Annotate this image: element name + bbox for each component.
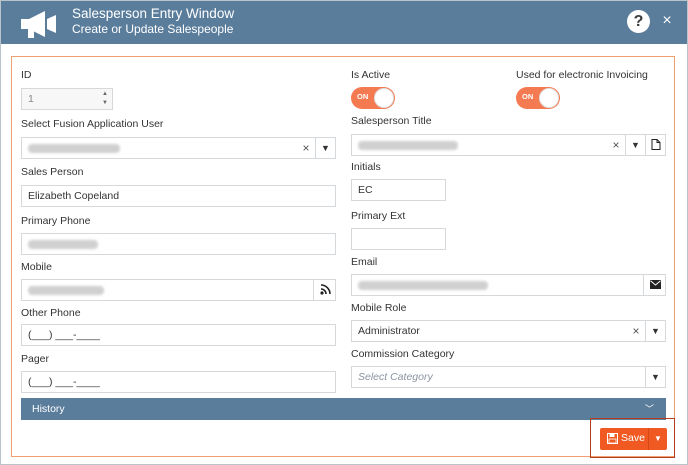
id-value: 1 <box>28 93 34 105</box>
primary-ext-field[interactable] <box>351 228 446 250</box>
chevron-down-icon[interactable]: ▼ <box>625 135 645 155</box>
window-title: Salesperson Entry Window <box>72 6 235 21</box>
id-field[interactable]: 1 ▲ ▼ <box>21 88 113 110</box>
chevron-down-icon[interactable]: ▼ <box>645 367 665 387</box>
electronic-invoicing-label: Used for electronic Invoicing <box>516 69 648 81</box>
initials-label: Initials <box>351 161 381 173</box>
electronic-invoicing-state: ON <box>522 92 534 101</box>
fusion-user-label: Select Fusion Application User <box>21 118 164 130</box>
save-label: Save <box>621 432 645 444</box>
chevron-down-icon[interactable]: ▼ <box>645 321 665 341</box>
salesperson-title-label: Salesperson Title <box>351 115 432 127</box>
is-active-toggle[interactable]: ON <box>351 87 395 109</box>
save-highlight-box: Save ▼ <box>590 418 675 458</box>
commission-category-label: Commission Category <box>351 348 455 360</box>
fusion-user-redacted <box>28 144 120 153</box>
history-label: History <box>32 403 65 415</box>
megaphone-icon <box>21 11 56 38</box>
email-field[interactable] <box>351 274 666 296</box>
mobile-role-select[interactable]: Administrator × ▼ <box>351 320 666 342</box>
mobile-role-label: Mobile Role <box>351 302 407 314</box>
salesperson-title-select[interactable]: × ▼ <box>351 134 666 156</box>
window-subtitle: Create or Update Salespeople <box>72 22 234 36</box>
commission-category-placeholder: Select Category <box>358 371 433 383</box>
mobile-role-clear-icon[interactable]: × <box>628 321 644 341</box>
mobile-role-value: Administrator <box>358 325 420 337</box>
primary-ext-label: Primary Ext <box>351 210 406 222</box>
primary-phone-label: Primary Phone <box>21 215 91 227</box>
fusion-user-select[interactable]: × ▼ <box>21 137 336 159</box>
form-frame <box>11 56 675 457</box>
save-button[interactable]: Save ▼ <box>600 428 667 450</box>
other-phone-label: Other Phone <box>21 307 81 319</box>
mobile-label: Mobile <box>21 261 52 273</box>
mobile-field[interactable] <box>21 279 336 301</box>
salesperson-title-clear-icon[interactable]: × <box>608 135 624 155</box>
pager-field[interactable]: (___) ___-____ <box>21 371 336 393</box>
initials-field[interactable]: EC <box>351 179 446 201</box>
primary-phone-redacted <box>28 240 98 249</box>
rss-icon[interactable] <box>313 280 335 300</box>
email-label: Email <box>351 256 378 268</box>
is-active-label: Is Active <box>351 69 391 81</box>
electronic-invoicing-toggle[interactable]: ON <box>516 87 560 109</box>
window-titlebar: Salesperson Entry Window Create or Updat… <box>1 1 687 44</box>
email-redacted <box>358 281 488 290</box>
sales-person-label: Sales Person <box>21 166 84 178</box>
toggle-knob <box>374 88 394 108</box>
new-document-icon[interactable] <box>645 135 665 155</box>
mobile-redacted <box>28 286 104 295</box>
help-icon[interactable]: ? <box>627 10 650 33</box>
chevron-down-icon: ﹀ <box>644 404 654 414</box>
salesperson-title-redacted <box>358 141 458 150</box>
salesperson-entry-window: Salesperson Entry Window Create or Updat… <box>0 0 688 465</box>
is-active-state: ON <box>357 92 369 101</box>
toggle-knob <box>539 88 559 108</box>
id-spinner[interactable]: ▲ ▼ <box>100 90 110 108</box>
sales-person-field[interactable]: Elizabeth Copeland <box>21 185 336 207</box>
id-label: ID <box>21 69 32 81</box>
save-options-chevron-icon[interactable]: ▼ <box>648 428 667 450</box>
chevron-down-icon[interactable]: ▼ <box>315 138 335 158</box>
history-panel-header[interactable]: History ﹀ <box>21 398 666 420</box>
fusion-user-clear-icon[interactable]: × <box>298 138 314 158</box>
floppy-disk-icon <box>607 433 618 444</box>
close-icon[interactable]: × <box>660 12 674 30</box>
primary-phone-field[interactable] <box>21 233 336 255</box>
pager-label: Pager <box>21 353 50 365</box>
commission-category-select[interactable]: Select Category ▼ <box>351 366 666 388</box>
other-phone-field[interactable]: (___) ___-____ <box>21 324 336 346</box>
envelope-icon[interactable] <box>643 275 665 295</box>
